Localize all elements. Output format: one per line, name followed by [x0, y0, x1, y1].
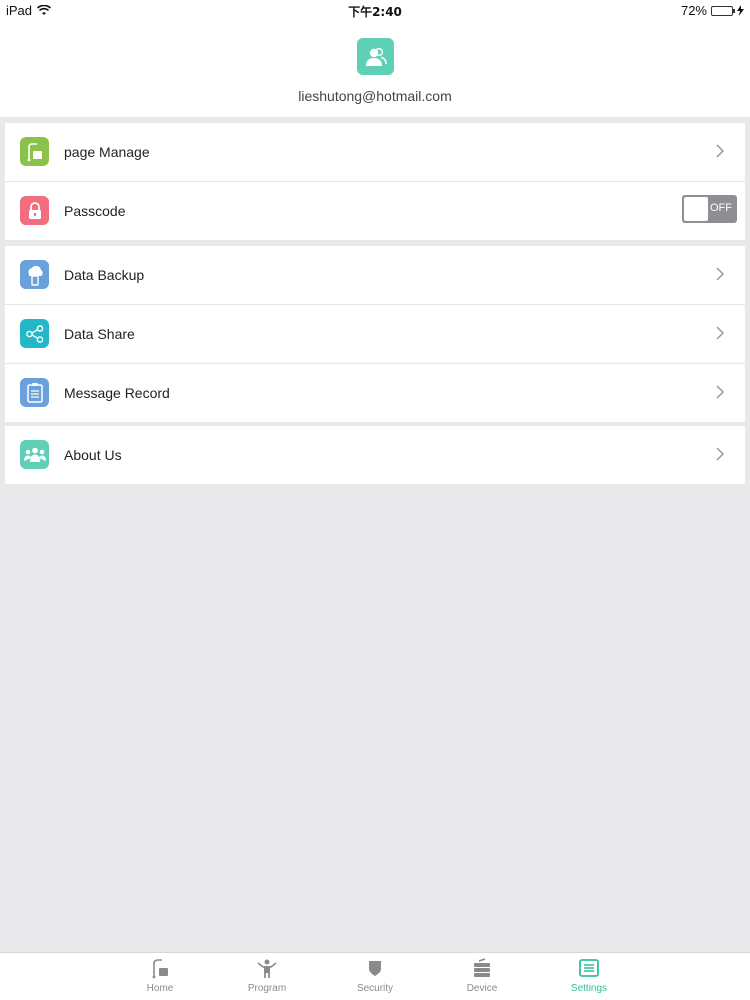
share-icon: [20, 319, 49, 348]
row-label: page Manage: [64, 144, 150, 160]
home-icon: [152, 959, 168, 979]
row-label: Data Backup: [64, 267, 145, 283]
chevron-right-icon: [716, 326, 725, 340]
passcode-row: Passcode OFF: [5, 182, 745, 240]
profile-header: lieshutong@hotmail.com: [0, 22, 750, 117]
settings-group-1: page Manage Passcode OFF: [5, 123, 745, 240]
chevron-right-icon: [716, 267, 725, 281]
settings-group-3: About Us: [5, 426, 745, 484]
status-bar: iPad 下午2:40 72%: [0, 0, 750, 22]
people-icon: [20, 440, 49, 469]
avatar[interactable]: [357, 38, 394, 75]
page-manage-icon: [20, 137, 49, 166]
toggle-knob: [684, 197, 708, 221]
page-manage-row[interactable]: page Manage: [5, 123, 745, 182]
data-backup-row[interactable]: Data Backup: [5, 246, 745, 305]
settings-group-2: Data Backup Data Share Message Record: [5, 246, 745, 422]
row-label: Passcode: [64, 203, 126, 219]
tab-device[interactable]: Device: [447, 957, 517, 994]
about-us-row[interactable]: About Us: [5, 426, 745, 484]
user-avatar-icon: [365, 47, 387, 66]
account-email: lieshutong@hotmail.com: [298, 88, 452, 104]
program-icon: [257, 959, 277, 978]
tab-label: Security: [356, 983, 394, 994]
tab-label: Settings: [570, 983, 608, 994]
toggle-state: OFF: [710, 202, 732, 214]
tab-settings[interactable]: Settings: [554, 957, 624, 994]
shield-icon: [369, 961, 381, 976]
data-share-row[interactable]: Data Share: [5, 305, 745, 364]
lock-icon: [20, 196, 49, 225]
tab-label: Program: [247, 983, 287, 994]
chevron-right-icon: [716, 385, 725, 399]
row-label: About Us: [64, 447, 122, 463]
passcode-toggle[interactable]: OFF: [682, 195, 737, 223]
battery-percentage: 72%: [680, 3, 707, 18]
tab-label: Home: [146, 983, 174, 994]
device-icon: [474, 958, 490, 977]
settings-icon: [579, 959, 599, 977]
tab-label: Device: [466, 983, 498, 994]
tab-bar: Home Program Security Device Settings: [0, 952, 750, 1000]
charging-icon: [737, 5, 744, 16]
row-label: Message Record: [64, 385, 170, 401]
chevron-right-icon: [716, 447, 725, 461]
tab-security[interactable]: Security: [340, 957, 410, 994]
message-record-row[interactable]: Message Record: [5, 364, 745, 422]
row-label: Data Share: [64, 326, 135, 342]
clipboard-icon: [20, 378, 49, 407]
status-time: 下午2:40: [348, 5, 402, 19]
cloud-backup-icon: [20, 260, 49, 289]
battery-icon: [711, 5, 735, 16]
chevron-right-icon: [716, 144, 725, 158]
tab-program[interactable]: Program: [232, 957, 302, 994]
tab-home[interactable]: Home: [125, 957, 195, 994]
